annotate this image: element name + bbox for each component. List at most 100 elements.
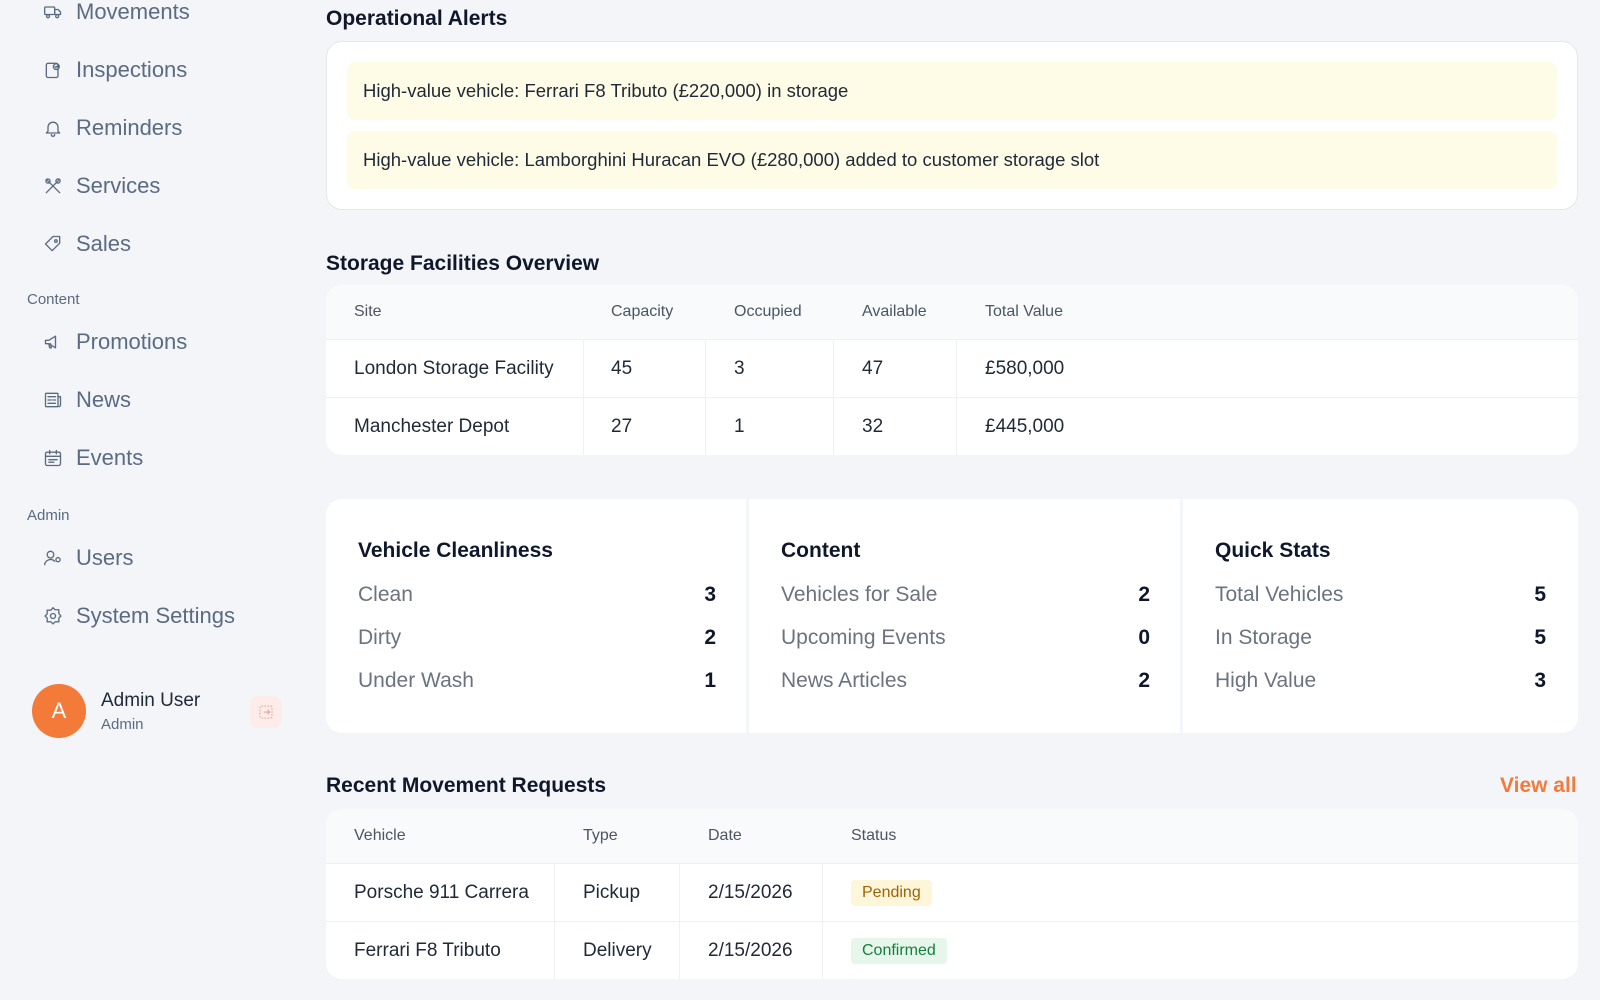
stat-label: Under Wash <box>358 669 474 692</box>
stat-row: Clean 3 <box>358 583 716 607</box>
table-row[interactable]: Porsche 911 Carrera Pickup 2/15/2026 Pen… <box>326 863 1578 921</box>
sidebar-item-label: Users <box>76 545 134 570</box>
cell-site: London Storage Facility <box>354 357 554 379</box>
table-header: Vehicle Type Date Status <box>326 809 1578 863</box>
cell-vehicle: Ferrari F8 Tributo <box>354 939 501 961</box>
stat-value: 0 <box>1138 626 1150 649</box>
content-title: Content <box>781 539 861 562</box>
sidebar-item-events[interactable]: Events <box>42 438 143 478</box>
stat-value: 5 <box>1534 583 1546 606</box>
stat-label: Total Vehicles <box>1215 583 1344 606</box>
sidebar-item-label: Inspections <box>76 57 188 82</box>
cell-total-value: £580,000 <box>985 357 1065 379</box>
table-row[interactable]: Ferrari F8 Tributo Delivery 2/15/2026 Co… <box>326 921 1578 979</box>
movements-table: Vehicle Type Date Status Porsche 911 Car… <box>326 809 1578 979</box>
sidebar-item-label: Promotions <box>76 329 188 354</box>
cell-occupied: 1 <box>734 415 745 437</box>
column-header-capacity: Capacity <box>611 303 674 320</box>
user-name: Admin User <box>101 689 201 711</box>
sidebar-item-services[interactable]: Services <box>42 166 160 206</box>
stat-value: 3 <box>704 583 716 606</box>
sidebar: Movements Inspections Reminders Services… <box>0 0 300 1000</box>
cell-date: 2/15/2026 <box>708 939 793 961</box>
alert-item: High-value vehicle: Lamborghini Huracan … <box>347 131 1557 189</box>
column-header-available: Available <box>862 303 927 320</box>
cell-type: Delivery <box>583 939 652 961</box>
quick-stats-card: Quick Stats Total Vehicles 5 In Storage 5 … <box>1183 499 1578 733</box>
sidebar-item-label: Services <box>76 173 161 198</box>
column-header-site: Site <box>354 303 382 320</box>
stat-label: News Articles <box>781 669 908 692</box>
cell-capacity: 45 <box>611 357 633 379</box>
stat-row: Total Vehicles 5 <box>1215 583 1546 607</box>
alerts-card: High-value vehicle: Ferrari F8 Tributo (… <box>326 41 1578 210</box>
cleanliness-card: Vehicle Cleanliness Clean 3 Dirty 2 Under … <box>326 499 746 733</box>
stat-value: 1 <box>704 669 716 692</box>
alerts-title: Operational Alerts <box>326 7 508 30</box>
stat-row: High Value 3 <box>1215 669 1546 693</box>
sidebar-item-label: Movements <box>76 0 190 24</box>
sidebar-item-label: Events <box>76 445 144 470</box>
cell-available: 47 <box>862 357 884 379</box>
user-profile: A Admin User Admin <box>32 684 282 738</box>
avatar[interactable]: A <box>32 684 86 738</box>
tools-icon <box>42 175 64 197</box>
clipboard-check-icon <box>42 59 64 81</box>
truck-icon <box>42 1 64 23</box>
sidebar-item-movements[interactable]: Movements <box>42 0 190 32</box>
stat-value: 5 <box>1534 626 1546 649</box>
sidebar-section-admin: Admin <box>27 507 70 524</box>
cell-date: 2/15/2026 <box>708 881 793 903</box>
cell-vehicle: Porsche 911 Carrera <box>354 881 529 903</box>
column-header-total-value: Total Value <box>985 303 1063 320</box>
tag-icon <box>42 233 64 255</box>
cell-status: Confirmed <box>851 922 947 979</box>
user-role: Admin <box>101 715 144 733</box>
megaphone-icon <box>42 331 64 353</box>
sidebar-item-system-settings[interactable]: System Settings <box>42 596 235 636</box>
stat-value: 2 <box>1138 583 1150 606</box>
sidebar-item-label: Sales <box>76 231 132 256</box>
user-info: Admin User Admin <box>101 690 200 733</box>
logout-icon <box>259 705 273 719</box>
sidebar-item-news[interactable]: News <box>42 380 131 420</box>
sidebar-item-reminders[interactable]: Reminders <box>42 108 182 148</box>
cell-total-value: £445,000 <box>985 415 1065 437</box>
cell-status: Pending <box>851 864 932 921</box>
alert-item: High-value vehicle: Ferrari F8 Tributo (… <box>347 62 1557 120</box>
status-badge: Pending <box>851 879 932 906</box>
stat-value: 3 <box>1534 669 1546 692</box>
storage-title: Storage Facilities Overview <box>326 252 600 275</box>
settings-icon <box>42 605 64 627</box>
column-header-vehicle: Vehicle <box>354 827 406 844</box>
cleanliness-title: Vehicle Cleanliness <box>358 539 553 562</box>
stat-label: Vehicles for Sale <box>781 583 938 606</box>
stats-panel: Vehicle Cleanliness Clean 3 Dirty 2 Under … <box>326 499 1578 733</box>
stat-row: Vehicles for Sale 2 <box>781 583 1150 607</box>
content-card: Content Vehicles for Sale 2 Upcoming Even… <box>749 499 1180 733</box>
sidebar-item-promotions[interactable]: Promotions <box>42 322 187 362</box>
movements-title: Recent Movement Requests <box>326 774 607 797</box>
logout-button[interactable] <box>250 696 282 728</box>
stat-row: Dirty 2 <box>358 626 716 650</box>
sidebar-item-inspections[interactable]: Inspections <box>42 50 187 90</box>
bell-icon <box>42 117 64 139</box>
cell-available: 32 <box>862 415 884 437</box>
view-all-link[interactable]: View all <box>1500 774 1577 798</box>
stat-value: 2 <box>1138 669 1150 692</box>
user-cog-icon <box>42 547 64 569</box>
calendar-icon <box>42 447 64 469</box>
newspaper-icon <box>42 389 64 411</box>
cell-site: Manchester Depot <box>354 415 510 437</box>
sidebar-item-sales[interactable]: Sales <box>42 224 131 264</box>
sidebar-item-label: News <box>76 387 132 412</box>
column-header-type: Type <box>583 827 618 844</box>
sidebar-item-users[interactable]: Users <box>42 538 133 578</box>
quick-stats-title: Quick Stats <box>1215 539 1331 562</box>
stat-label: Dirty <box>358 626 402 649</box>
stat-label: Upcoming Events <box>781 626 946 649</box>
stat-row: News Articles 2 <box>781 669 1150 693</box>
storage-table: Site Capacity Occupied Available Total V… <box>326 285 1578 455</box>
table-row: London Storage Facility 45 3 47 £580,000 <box>326 339 1578 397</box>
stat-label: In Storage <box>1215 626 1312 649</box>
